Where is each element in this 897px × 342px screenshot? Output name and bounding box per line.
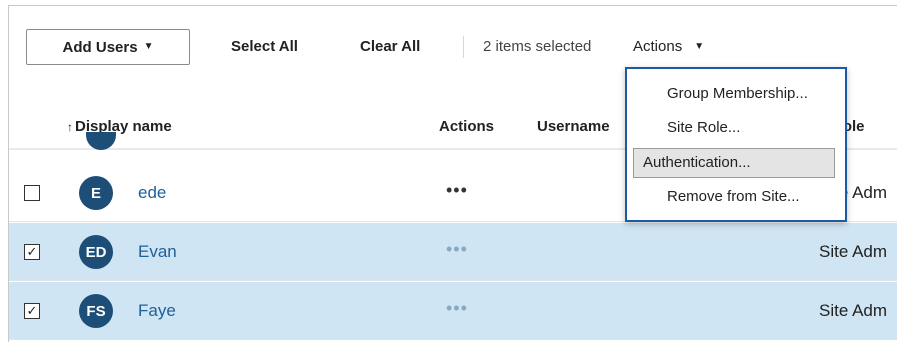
row-checkbox[interactable] xyxy=(24,185,40,201)
menu-item-site-role[interactable]: Site Role... xyxy=(633,113,835,143)
row-checkbox[interactable]: ✓ xyxy=(24,244,40,260)
display-name-column-header[interactable]: ↑ Display name xyxy=(67,118,172,135)
selected-count: 2 items selected xyxy=(483,38,592,55)
avatar: ED xyxy=(79,235,113,269)
add-users-button[interactable]: Add Users ▼ xyxy=(26,29,190,65)
actions-dropdown: Group Membership... Site Role... Authent… xyxy=(625,67,847,222)
row-checkbox[interactable]: ✓ xyxy=(24,303,40,319)
user-name-link[interactable]: Faye xyxy=(138,301,176,321)
user-name-link[interactable]: ede xyxy=(138,183,166,203)
username-column-header[interactable]: Username xyxy=(537,118,610,135)
clear-all-button[interactable]: Clear All xyxy=(360,38,420,55)
actions-menu-button[interactable]: Actions ▼ xyxy=(633,38,704,55)
site-role-value: Site Adm xyxy=(819,301,888,320)
table-row[interactable]: ✓ ED Evan ••• Site Adm xyxy=(9,223,897,281)
menu-item-remove-from-site[interactable]: Remove from Site... xyxy=(633,182,835,212)
toolbar-divider xyxy=(463,36,464,58)
caret-down-icon: ▼ xyxy=(143,41,154,52)
caret-down-icon: ▼ xyxy=(694,40,705,52)
actions-column-header: Actions xyxy=(439,118,495,135)
more-actions-icon[interactable]: ••• xyxy=(446,298,468,319)
user-name-link[interactable]: Evan xyxy=(138,242,177,262)
menu-item-authentication[interactable]: Authentication... xyxy=(633,148,835,178)
actions-menu-label: Actions xyxy=(633,38,683,55)
sort-up-icon: ↑ xyxy=(67,120,73,134)
more-actions-icon[interactable]: ••• xyxy=(446,239,468,260)
menu-item-group-membership[interactable]: Group Membership... xyxy=(633,79,835,109)
more-actions-icon[interactable]: ••• xyxy=(446,180,468,201)
site-role-value: Site Adm xyxy=(819,242,888,261)
select-all-button[interactable]: Select All xyxy=(231,38,298,55)
avatar: FS xyxy=(79,294,113,328)
add-users-label: Add Users xyxy=(62,38,138,56)
user-list-panel: Add Users ▼ Select All Clear All 2 items… xyxy=(8,5,897,342)
avatar: E xyxy=(79,176,113,210)
table-row[interactable]: ✓ FS Faye ••• Site Adm xyxy=(9,282,897,340)
